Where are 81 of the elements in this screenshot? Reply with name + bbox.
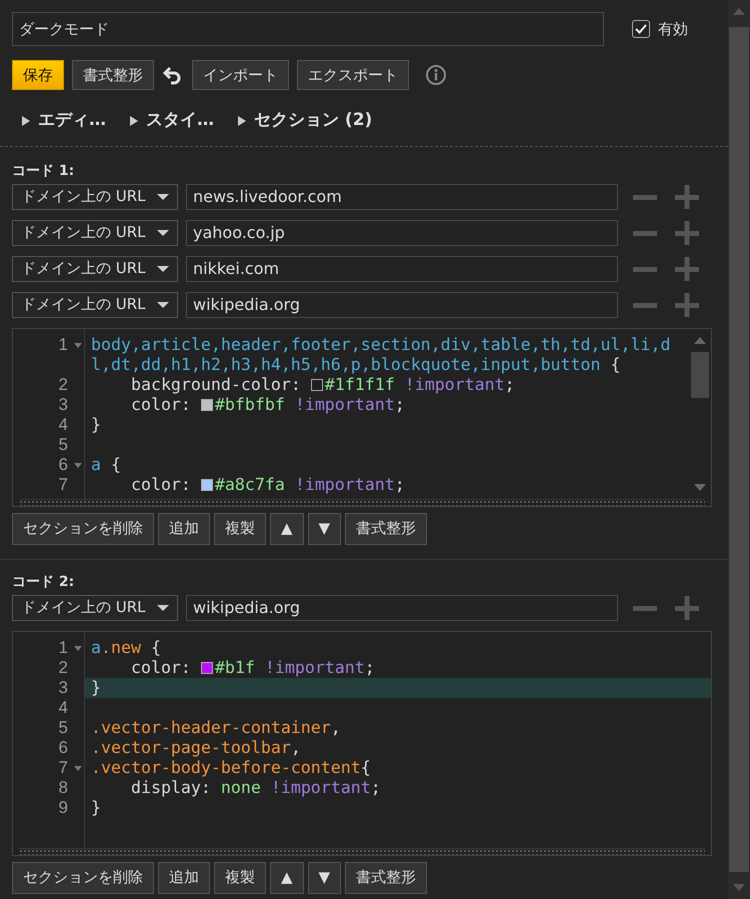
- toolbar-button[interactable]: 書式整形: [72, 60, 154, 90]
- line-number: 2: [58, 374, 68, 394]
- save-button[interactable]: 保存: [12, 60, 64, 90]
- code-line: background-color: #1f1f1f !important;: [130, 374, 516, 394]
- section-heading: コード 2:: [12, 572, 76, 592]
- info-icon[interactable]: [425, 64, 447, 86]
- code-line: color: #b1f !important;: [130, 658, 376, 678]
- url-field[interactable]: wikipedia.org: [186, 594, 618, 620]
- caret-icon: [157, 302, 169, 308]
- code-editor[interactable]: [12, 328, 712, 506]
- url-field[interactable]: yahoo.co.jp: [186, 220, 618, 246]
- line-number: 2: [58, 658, 68, 678]
- url-field[interactable]: wikipedia.org: [186, 292, 618, 318]
- line-number: 3: [58, 678, 68, 698]
- url-field[interactable]: nikkei.com: [186, 256, 618, 282]
- caret-icon: [157, 194, 169, 200]
- code-line: .vector-body-before-content{: [90, 758, 372, 778]
- caret-icon: [157, 604, 169, 610]
- panel-toggle[interactable]: セクション (2): [238, 108, 372, 134]
- code-line: display: none !important;: [130, 778, 382, 798]
- code-line: }: [90, 798, 102, 818]
- toolbar-button[interactable]: エクスポート: [297, 60, 409, 90]
- code-line: .vector-page-toolbar,: [90, 738, 302, 758]
- panel-toggle[interactable]: エディ…: [22, 108, 106, 134]
- checkbox[interactable]: [632, 20, 650, 38]
- url-type-select[interactable]: ドメイン上の URL: [12, 220, 178, 246]
- plus-icon[interactable]: [674, 292, 700, 318]
- line-number: 4: [58, 414, 68, 434]
- caret-icon: [157, 266, 169, 272]
- line-number: 7: [58, 758, 68, 778]
- section-heading: コード 1:: [12, 162, 76, 180]
- section-button[interactable]: 追加: [158, 512, 210, 544]
- section-button[interactable]: セクションを削除: [12, 512, 154, 544]
- section-button[interactable]: セクションを削除: [12, 862, 154, 894]
- page-scrollbar[interactable]: [728, 0, 750, 899]
- section-button[interactable]: ▲: [270, 862, 304, 894]
- panel-toggle[interactable]: スタイ…: [130, 108, 214, 134]
- url-type-select[interactable]: ドメイン上の URL: [12, 594, 178, 620]
- plus-icon[interactable]: [674, 256, 700, 282]
- section-button[interactable]: ▼: [308, 512, 342, 544]
- plus-icon[interactable]: [674, 220, 700, 246]
- line-number: 6: [58, 738, 68, 758]
- code-line: .vector-header-container,: [90, 718, 342, 738]
- line-number: 3: [58, 394, 68, 414]
- url-type-select[interactable]: ドメイン上の URL: [12, 184, 178, 210]
- code-line: }: [90, 678, 102, 698]
- line-number: 1: [58, 638, 68, 658]
- section-button[interactable]: 複製: [214, 512, 266, 544]
- code-editor[interactable]: 1 2 3 4 5 6 7 8 9 a.new { color: #b1f !important; } .vector-header-container, .vector-page-toolbar, .vector-body-before-content{ display: none !important; }: [12, 630, 712, 856]
- line-number: 5: [58, 718, 68, 738]
- code-line: color: #bfbfbf !important;: [130, 394, 406, 414]
- code-line: color: #a8c7fa !important;: [130, 474, 406, 494]
- line-number: 7: [58, 474, 68, 494]
- line-number: 6: [58, 454, 68, 474]
- url-type-select[interactable]: ドメイン上の URL: [12, 256, 178, 282]
- section-button[interactable]: ▲: [270, 512, 304, 544]
- line-number: 9: [58, 798, 68, 818]
- fold-icon[interactable]: [74, 766, 82, 770]
- line-number: 4: [58, 698, 68, 718]
- plus-icon[interactable]: [674, 594, 700, 620]
- title-field[interactable]: ダークモード: [12, 12, 604, 46]
- caret-icon: [157, 230, 169, 236]
- code-line: a {: [90, 454, 122, 474]
- section-button[interactable]: 書式整形: [345, 512, 428, 544]
- code-line: a.new {: [90, 638, 162, 658]
- fold-icon[interactable]: [74, 342, 82, 348]
- section-button[interactable]: ▼: [308, 862, 342, 894]
- url-field[interactable]: news.livedoor.com: [186, 184, 618, 210]
- code-line: }: [90, 414, 102, 434]
- toolbar-button[interactable]: インポート: [192, 60, 289, 90]
- plus-icon[interactable]: [674, 184, 700, 210]
- line-number: 8: [58, 778, 68, 798]
- fold-icon[interactable]: [74, 462, 82, 468]
- section-button[interactable]: 書式整形: [345, 862, 428, 894]
- section-button[interactable]: 複製: [214, 862, 266, 894]
- line-number: 1: [58, 334, 68, 356]
- url-type-select[interactable]: ドメイン上の URL: [12, 292, 178, 318]
- section-button[interactable]: 追加: [158, 862, 210, 894]
- checkbox-label: 有効: [658, 18, 688, 40]
- fold-icon[interactable]: [74, 646, 82, 650]
- line-number: 5: [58, 434, 68, 454]
